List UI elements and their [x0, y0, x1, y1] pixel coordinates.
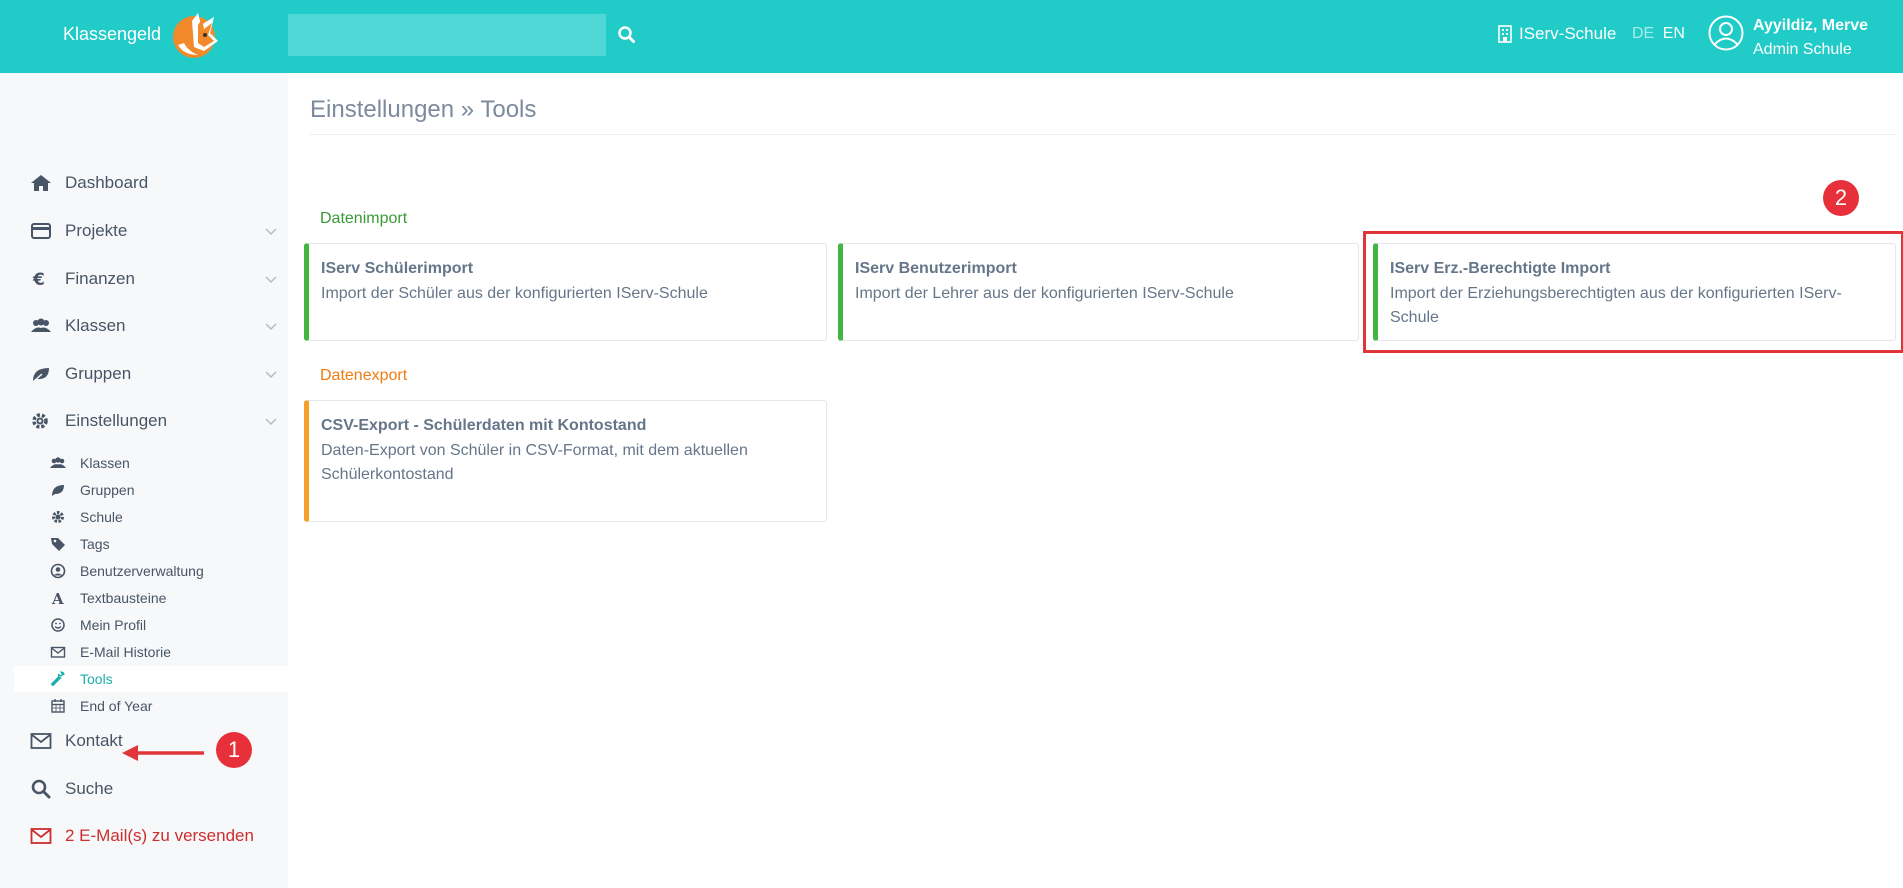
annotation-highlight-box	[1363, 231, 1903, 353]
sidebar-sub-label: Tags	[80, 536, 110, 552]
sidebar-item-gruppen[interactable]: Gruppen	[0, 356, 288, 392]
envelope-icon	[30, 828, 52, 844]
svg-text:€: €	[32, 270, 45, 289]
sidebar-sub-label: Klassen	[80, 455, 130, 471]
card-description: Import der Lehrer aus der konfigurierten…	[855, 285, 1234, 302]
page-title: Einstellungen » Tools	[310, 96, 537, 123]
euro-icon: €	[32, 270, 45, 289]
sidebar-sub-label: Schule	[80, 509, 123, 525]
sidebar-sub-benutzerverwaltung[interactable]: Benutzerverwaltung	[0, 558, 288, 584]
card-title: IServ Benutzerimport	[855, 260, 1017, 277]
annotation-arrow-icon	[122, 745, 204, 761]
search-input[interactable]	[288, 14, 606, 56]
sidebar-sub-label: Benutzerverwaltung	[80, 563, 204, 579]
sidebar-item-label: Kontakt	[65, 731, 123, 750]
user-role: Admin Schule	[1753, 41, 1852, 58]
sidebar-item-finanzen[interactable]: € Finanzen	[0, 261, 288, 297]
chevron-down-icon[interactable]	[265, 226, 277, 236]
building-icon	[1498, 25, 1512, 43]
envelope-icon	[30, 733, 52, 749]
smile-icon	[51, 618, 65, 632]
user-circle-icon	[50, 563, 66, 579]
school-name: IServ-Schule	[1519, 24, 1617, 43]
leaf-icon	[52, 485, 64, 496]
search-icon	[31, 779, 51, 799]
sidebar-sub-tags[interactable]: Tags	[0, 531, 288, 557]
card-iserv-schuelerimport[interactable]: IServ Schülerimport Import der Schüler a…	[304, 243, 827, 341]
chevron-down-icon[interactable]	[265, 369, 277, 379]
home-icon	[31, 175, 51, 191]
title-divider	[310, 134, 1895, 135]
chevron-down-icon[interactable]	[265, 274, 277, 284]
sidebar-sub-label: Tools	[80, 671, 113, 687]
sidebar-sub-textbausteine[interactable]: A Textbausteine	[0, 585, 288, 611]
card-description: Import der Schüler aus der konfigurierte…	[321, 285, 708, 302]
sidebar-sub-tools[interactable]: Tools	[14, 666, 288, 692]
gear-icon	[32, 413, 48, 429]
sidebar-sub-label: Textbausteine	[80, 590, 167, 606]
school-link[interactable]: IServ-Schule	[1498, 24, 1616, 44]
sidebar-sub-label: End of Year	[80, 698, 153, 714]
wrench-icon	[50, 671, 65, 687]
sidebar: Dashboard Projekte € Finanzen Klassen Gr…	[0, 73, 288, 888]
sidebar-sub-end-of-year[interactable]: End of Year	[0, 693, 288, 719]
sidebar-item-label: Finanzen	[65, 269, 135, 288]
envelope-icon	[50, 646, 66, 658]
card-iserv-benutzerimport[interactable]: IServ Benutzerimport Import der Lehrer a…	[838, 243, 1359, 341]
sidebar-item-label: Suche	[65, 779, 114, 798]
sidebar-item-dashboard[interactable]: Dashboard	[0, 165, 288, 201]
svg-text:A: A	[51, 590, 64, 606]
sidebar-item-label: Gruppen	[65, 364, 132, 383]
language-switch: DE EN	[1632, 25, 1685, 43]
card-csv-export[interactable]: CSV-Export - Schülerdaten mit Kontostand…	[304, 400, 827, 522]
sidebar-sub-mein-profil[interactable]: Mein Profil	[0, 612, 288, 638]
sidebar-sub-email-historie[interactable]: E-Mail Historie	[0, 639, 288, 665]
sidebar-sub-label: Mein Profil	[80, 617, 147, 633]
sidebar-sub-klassen[interactable]: Klassen	[0, 450, 288, 476]
card-description: Daten-Export von Schüler in CSV-Format, …	[321, 442, 748, 483]
lang-en-link[interactable]: EN	[1663, 25, 1685, 42]
lang-de-link[interactable]: DE	[1632, 25, 1654, 42]
gear-icon	[52, 511, 64, 523]
calendar-icon	[51, 699, 65, 713]
pending-emails-label: 2 E-Mail(s) zu versenden	[65, 826, 254, 845]
sidebar-item-label: Klassen	[65, 316, 126, 335]
card-title: IServ Schülerimport	[321, 260, 474, 277]
section-title-import: Datenimport	[320, 210, 408, 227]
chevron-down-icon[interactable]	[265, 321, 277, 331]
sidebar-sub-gruppen[interactable]: Gruppen	[0, 477, 288, 503]
search-icon[interactable]	[616, 24, 638, 46]
fox-logo-icon[interactable]	[168, 11, 224, 59]
brand-name[interactable]: Klassengeld	[63, 24, 161, 45]
credit-card-icon	[31, 223, 51, 239]
card-title: CSV-Export - Schülerdaten mit Kontostand	[321, 417, 647, 434]
chevron-down-icon[interactable]	[265, 416, 277, 426]
leaf-icon	[32, 368, 49, 383]
user-name[interactable]: Ayyildiz, Merve	[1753, 17, 1868, 35]
users-icon	[50, 457, 66, 468]
sidebar-item-klassen[interactable]: Klassen	[0, 308, 288, 344]
sidebar-item-pending-emails[interactable]: 2 E-Mail(s) zu versenden	[0, 818, 288, 854]
annotation-badge-2: 2	[1823, 180, 1859, 216]
sidebar-item-label: Projekte	[65, 221, 128, 240]
sidebar-item-projekte[interactable]: Projekte	[0, 213, 288, 249]
sidebar-item-suche[interactable]: Suche	[0, 771, 288, 807]
top-bar: Klassengeld IServ-Schule DE EN Ayyildiz,…	[0, 0, 1903, 73]
font-icon: A	[51, 590, 64, 606]
sidebar-sub-label: Gruppen	[80, 482, 135, 498]
sidebar-item-label: Einstellungen	[65, 411, 168, 430]
sidebar-item-einstellungen[interactable]: Einstellungen	[0, 403, 288, 439]
section-title-export: Datenexport	[320, 367, 408, 384]
sidebar-sub-schule[interactable]: Schule	[0, 504, 288, 530]
users-icon	[31, 318, 51, 332]
sidebar-item-label: Dashboard	[65, 173, 149, 192]
user-avatar-icon[interactable]	[1708, 15, 1744, 51]
annotation-badge-1: 1	[216, 732, 252, 768]
sidebar-sub-label: E-Mail Historie	[80, 644, 172, 660]
tag-icon	[51, 538, 65, 551]
